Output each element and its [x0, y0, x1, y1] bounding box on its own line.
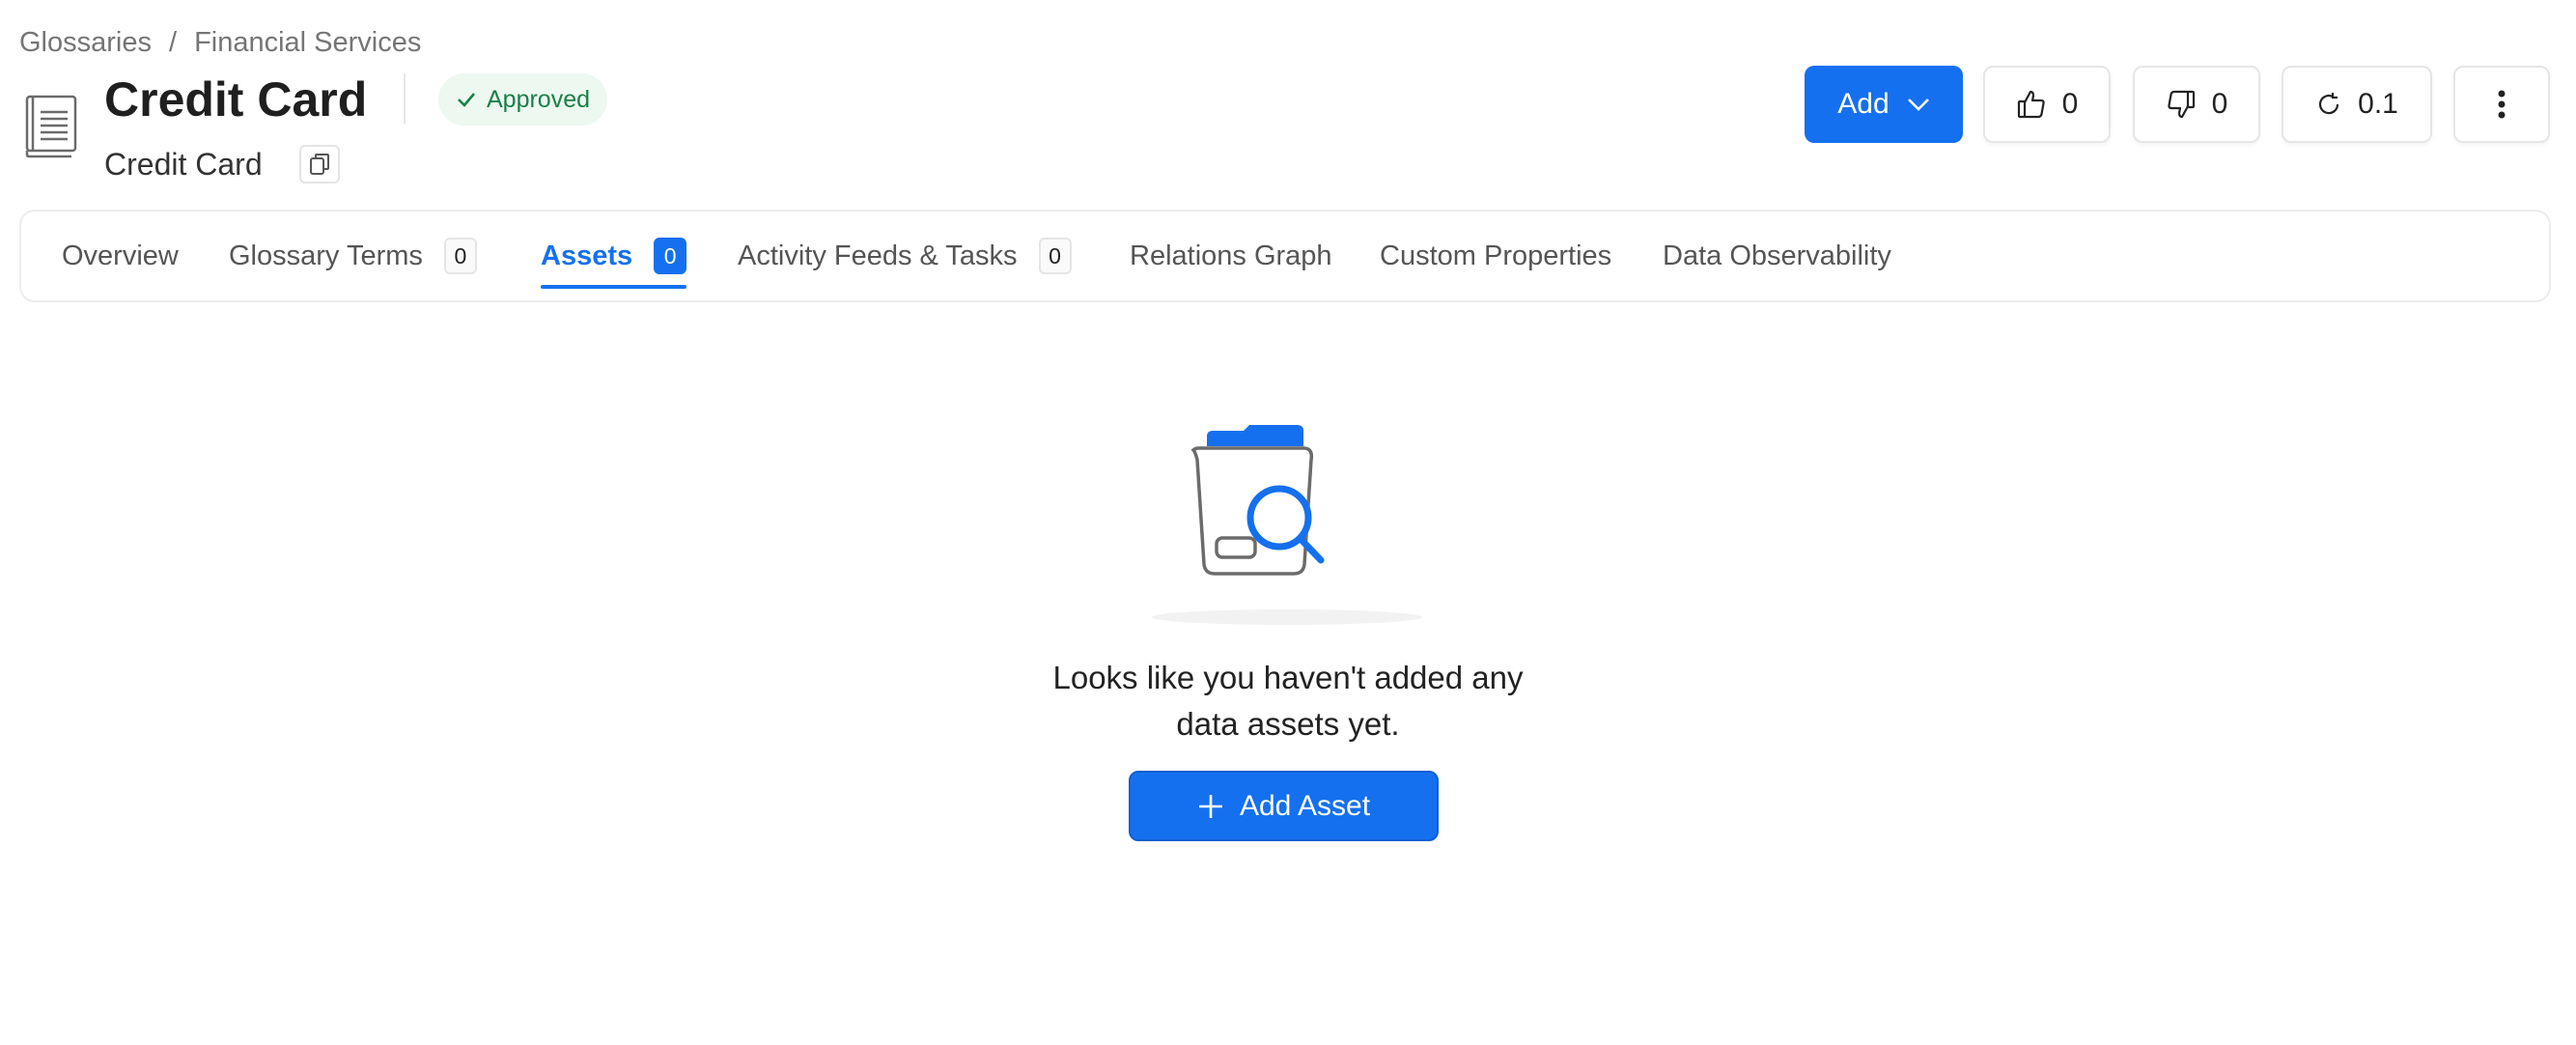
tab-activity-feeds[interactable]: Activity Feeds & Tasks 0: [738, 212, 1072, 300]
empty-state-line-1: Looks like you haven't added any: [1052, 660, 1524, 695]
status-label: Approved: [487, 85, 591, 113]
like-button[interactable]: 0: [1983, 66, 2111, 143]
more-vertical-icon: [2498, 90, 2506, 119]
empty-state-line-2: data assets yet.: [1176, 706, 1400, 742]
tab-label: Overview: [62, 240, 179, 271]
tab-count-badge: 0: [443, 238, 477, 274]
tab-label: Assets: [541, 240, 633, 271]
copy-button[interactable]: [299, 145, 340, 184]
add-asset-button[interactable]: Add Asset: [1129, 771, 1439, 841]
plus-icon: [1198, 794, 1222, 818]
version-history-icon: [2319, 93, 2339, 115]
tabs-bar: Overview Glossary Terms 0 Assets 0 Activ…: [19, 210, 2551, 302]
breadcrumb: Glossaries / Financial Services: [19, 25, 421, 60]
dislike-count: 0: [2211, 88, 2228, 120]
dislike-button[interactable]: 0: [2133, 66, 2260, 143]
display-name: Credit Card: [104, 147, 263, 182]
tab-count-badge: 0: [654, 238, 687, 274]
check-icon: [458, 93, 475, 107]
tab-data-observability[interactable]: Data Observability: [1663, 212, 1891, 300]
tab-label: Activity Feeds & Tasks: [738, 240, 1018, 271]
breadcrumb-link-financial-services[interactable]: Financial Services: [194, 25, 421, 60]
tab-label: Data Observability: [1663, 240, 1891, 271]
add-asset-label: Add Asset: [1239, 789, 1371, 822]
tab-label: Glossary Terms: [229, 240, 423, 271]
breadcrumb-link-glossaries[interactable]: Glossaries: [19, 25, 152, 60]
chevron-down-icon: [1907, 99, 1929, 111]
tab-overview[interactable]: Overview: [62, 212, 179, 300]
status-badge: Approved: [438, 73, 608, 126]
tab-relations-graph[interactable]: Relations Graph: [1130, 212, 1332, 300]
tab-label: Relations Graph: [1130, 240, 1332, 271]
thumbs-up-icon: [2017, 90, 2045, 119]
glossary-book-icon: [23, 93, 81, 160]
empty-folder-search-icon: [1149, 417, 1429, 630]
page-title: Credit Card: [104, 72, 368, 127]
tab-assets[interactable]: Assets 0: [541, 212, 687, 300]
tab-label: Custom Properties: [1380, 240, 1612, 271]
add-dropdown-button[interactable]: Add: [1805, 66, 1963, 143]
empty-state-message: Looks like you haven't added any data as…: [998, 655, 1578, 748]
like-count: 0: [2061, 88, 2079, 120]
version-button[interactable]: 0.1: [2282, 66, 2432, 143]
breadcrumb-separator: /: [169, 27, 178, 58]
add-button-label: Add: [1837, 88, 1890, 120]
tab-custom-properties[interactable]: Custom Properties: [1380, 212, 1611, 300]
version-number: 0.1: [2358, 88, 2398, 120]
more-options-button[interactable]: [2453, 66, 2550, 143]
tab-count-badge: 0: [1038, 238, 1072, 274]
thumbs-down-icon: [2167, 90, 2195, 119]
title-divider: [404, 73, 406, 124]
copy-icon: [310, 154, 329, 175]
tab-glossary-terms[interactable]: Glossary Terms 0: [229, 212, 477, 300]
